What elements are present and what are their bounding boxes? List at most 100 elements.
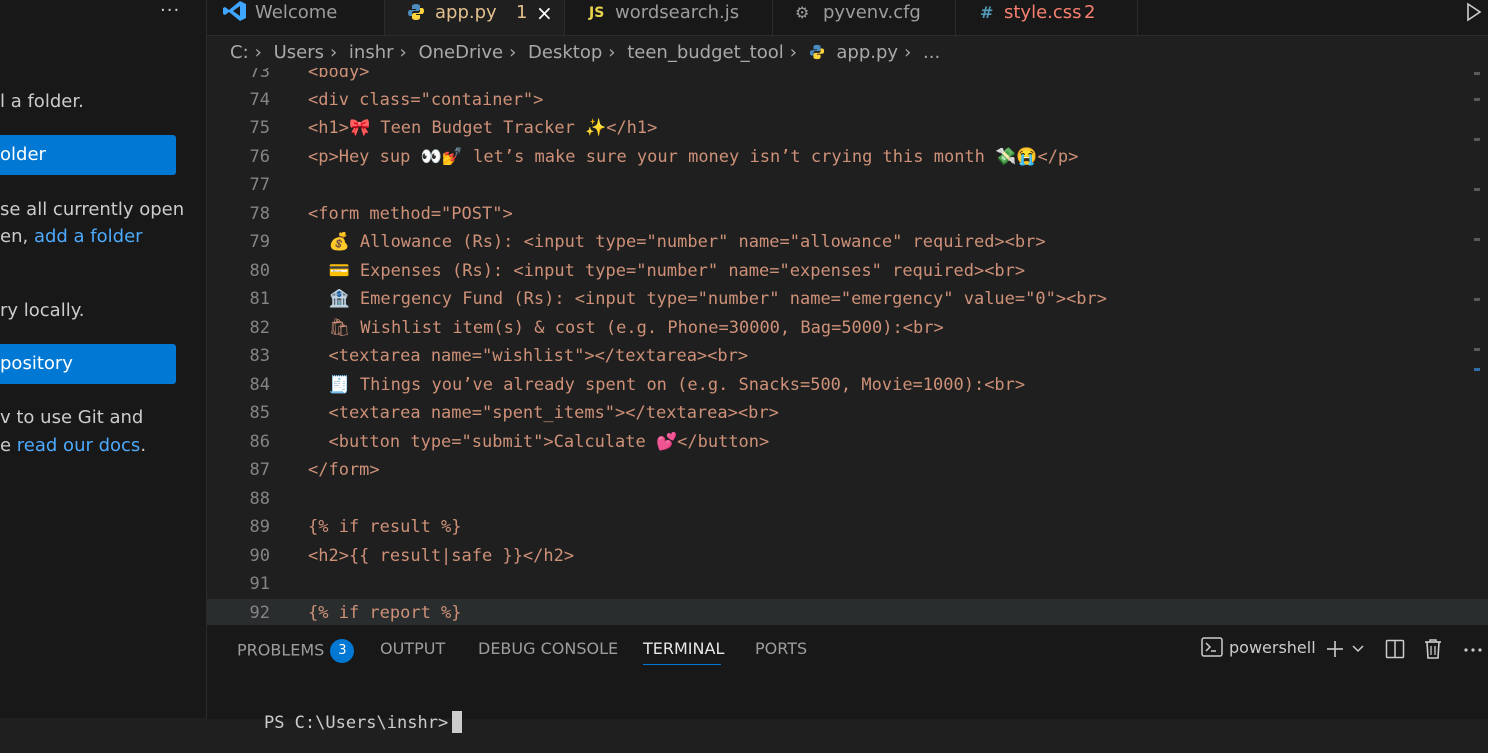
line-number: 79: [249, 232, 270, 252]
code-line: 86 <button type="submit">Calculate 💕</bu…: [207, 428, 1488, 456]
sidebar-message-6-prefix: e: [0, 435, 17, 456]
tab-ports[interactable]: PORTS: [755, 639, 807, 658]
code-text: </form>: [308, 460, 380, 480]
plus-icon[interactable]: [1325, 639, 1345, 659]
tab-welcome[interactable]: Welcome: [207, 0, 385, 35]
problems-badge: 1: [516, 2, 528, 23]
line-number: 85: [249, 403, 270, 423]
close-icon[interactable]: ×: [536, 0, 553, 26]
open-folder-button[interactable]: older: [0, 135, 176, 175]
line-number: 73: [249, 68, 270, 82]
code-line: 90 <h2>{{ result|safe }}</h2>: [207, 542, 1488, 570]
line-number: 82: [249, 318, 270, 338]
line-number: 83: [249, 346, 270, 366]
chevron-down-icon[interactable]: [1352, 645, 1364, 653]
code-line: 91: [207, 570, 1488, 598]
minimap-line: [1474, 98, 1480, 101]
minimap-line: [1474, 298, 1480, 301]
split-terminal-icon[interactable]: [1385, 639, 1405, 659]
code-text: <h2>{{ result|safe }}</h2>: [308, 546, 575, 566]
code-line: 80 💳 Expenses (Rs): <input type="number"…: [207, 257, 1488, 285]
tab-output[interactable]: OUTPUT: [380, 639, 445, 658]
code-line: 78 <form method="POST">: [207, 200, 1488, 228]
code-line: 77: [207, 171, 1488, 199]
terminal-cursor: [452, 711, 463, 733]
tab-style-css[interactable]: # style.css 2: [956, 0, 1138, 35]
chevron-right-icon: ›: [789, 42, 797, 63]
minimap[interactable]: [1472, 68, 1480, 398]
tab-wordsearch-js[interactable]: JS wordsearch.js: [565, 0, 773, 35]
js-icon: JS: [589, 5, 605, 21]
explorer-sidebar: ··· l a folder. older se all currently o…: [0, 0, 207, 718]
run-icon[interactable]: [1466, 2, 1482, 22]
line-number: 88: [249, 489, 270, 509]
minimap-line: [1474, 238, 1480, 241]
breadcrumb-item[interactable]: ...: [923, 42, 940, 63]
sidebar-message-6: e read our docs.: [0, 433, 146, 459]
code-text: 🧾 Things you’ve already spent on (e.g. S…: [308, 375, 1026, 395]
line-number: 87: [249, 460, 270, 480]
problems-count-badge: 3: [330, 639, 355, 663]
tab-pyvenv-cfg[interactable]: ⚙ pyvenv.cfg: [773, 0, 956, 35]
chevron-right-icon: ›: [399, 42, 407, 63]
vscode-icon: [223, 1, 246, 21]
code-text: <button type="submit">Calculate 💕</butto…: [308, 432, 770, 452]
tab-app-py[interactable]: app.py 1 ×: [385, 0, 565, 35]
trash-icon[interactable]: [1424, 638, 1442, 660]
minimap-line: [1474, 72, 1480, 75]
code-text: <div class="container">: [308, 90, 544, 110]
code-text: {% if result %}: [308, 517, 462, 537]
code-text: <p>Hey sup 👀💅 let’s make sure your money…: [308, 147, 1079, 167]
breadcrumb: C: › Users › inshr › OneDrive › Desktop › tee…: [230, 40, 946, 66]
tab-label: PROBLEMS: [237, 640, 325, 660]
terminal-profile[interactable]: powershell: [1201, 637, 1316, 657]
sidebar-message-6-suffix: .: [140, 435, 147, 456]
line-number: 80: [249, 261, 270, 281]
sidebar-message-1: l a folder.: [0, 91, 84, 112]
code-editor[interactable]: 73 <body> 74 <div class="container"> 75 <h1…: [207, 68, 1488, 624]
tab-label: Welcome: [255, 2, 338, 23]
clone-repository-button[interactable]: pository: [0, 344, 176, 384]
line-number: 81: [249, 289, 270, 309]
code-line-current: 92 {% if report %}: [207, 599, 1488, 624]
add-folder-link[interactable]: add a folder: [34, 226, 143, 247]
sidebar-message-4: ry locally.: [0, 300, 85, 321]
line-number: 86: [249, 432, 270, 452]
minimap-line: [1474, 138, 1480, 141]
breadcrumb-item[interactable]: C:: [230, 42, 249, 63]
code-text: 💰 Allowance (Rs): <input type="number" n…: [308, 232, 1046, 252]
code-line: 88: [207, 485, 1488, 513]
code-text: <textarea name="spent_items"></textarea>…: [308, 403, 779, 423]
active-tab-indicator: [643, 664, 721, 665]
breadcrumb-item[interactable]: app.py: [836, 42, 898, 63]
terminal-prompt: PS C:\Users\inshr>: [263, 713, 449, 733]
python-icon: [408, 4, 424, 20]
breadcrumb-item[interactable]: Users: [274, 42, 324, 63]
terminal-shell-name: powershell: [1229, 638, 1316, 657]
code-line: 73 <body>: [207, 68, 1488, 86]
breadcrumb-item[interactable]: teen_budget_tool: [627, 42, 784, 63]
more-actions-icon[interactable]: [1463, 647, 1483, 653]
code-line: 87 </form>: [207, 456, 1488, 484]
line-number: 91: [249, 574, 270, 594]
breadcrumb-item[interactable]: OneDrive: [418, 42, 503, 63]
tab-label: app.py: [435, 2, 497, 23]
sidebar-message-2: se all currently open: [0, 199, 185, 220]
tab-problems[interactable]: PROBLEMS 3: [237, 639, 355, 663]
more-actions-icon[interactable]: ···: [160, 0, 180, 21]
breadcrumb-item[interactable]: inshr: [349, 42, 394, 63]
line-number: 75: [249, 118, 270, 138]
chevron-right-icon: ›: [329, 42, 338, 63]
code-text: <h1>🎀 Teen Budget Tracker ✨</h1>: [308, 118, 658, 138]
tab-debug-console[interactable]: DEBUG CONSOLE: [478, 639, 618, 658]
code-text: 💳 Expenses (Rs): <input type="number" na…: [308, 261, 1026, 281]
code-text: {% if report %}: [308, 603, 462, 623]
line-number: 84: [249, 375, 270, 395]
code-line: 84 🧾 Things you’ve already spent on (e.g…: [207, 371, 1488, 399]
code-line: 81 🏦 Emergency Fund (Rs): <input type="n…: [207, 285, 1488, 313]
tab-terminal[interactable]: TERMINAL: [643, 639, 724, 658]
read-docs-link[interactable]: read our docs: [17, 435, 141, 456]
breadcrumb-item[interactable]: Desktop: [528, 42, 602, 63]
terminal-output[interactable]: PS C:\Users\inshr>: [223, 691, 463, 753]
tab-label: style.css: [1004, 2, 1082, 23]
